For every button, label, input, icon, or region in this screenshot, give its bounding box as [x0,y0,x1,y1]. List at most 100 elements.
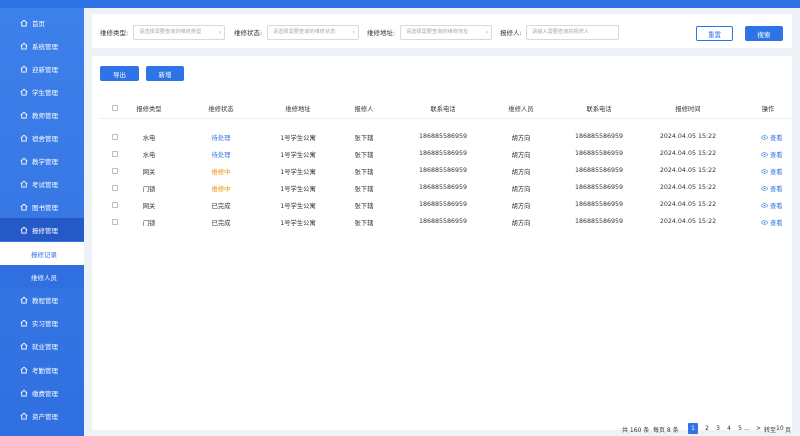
view-label: 查看 [770,220,783,227]
sidebar-item-1[interactable]: 首页 [0,11,84,34]
sidebar-item-12[interactable]: 维修人员 [0,265,84,288]
row-checkbox[interactable] [112,202,118,208]
row-checkbox[interactable] [112,151,118,157]
cell-type: 水电 [142,135,156,142]
cell-phone: 186885586959 [418,133,468,140]
goto-page-input[interactable]: 10 [776,425,784,432]
column-header: 报修时间 [675,106,701,113]
goto-label: 转至 [764,427,777,434]
view-label: 查看 [770,186,783,193]
home-icon [20,366,28,373]
repair-status-select[interactable]: 请选择需要查询的维修状态 › [267,25,359,40]
cell-reporter: 张下辖 [354,152,374,159]
chevron-right-icon: › [485,29,488,36]
cell-phone: 186885586959 [418,218,468,225]
sidebar-item-17[interactable]: 缴费管理 [0,381,84,404]
sidebar-item-18[interactable]: 资产管理 [0,404,84,427]
sidebar-item-16[interactable]: 考勤管理 [0,358,84,381]
cell-type: 网关 [142,203,156,210]
column-header: 联系电话 [586,106,612,113]
column-header: 维修地址 [285,106,311,113]
page-number[interactable]: 1 [688,423,698,434]
home-icon [20,111,28,118]
reporter-input[interactable]: 请输入需要查询的报修人 [526,25,619,40]
cell-status: 维修中 [211,186,231,193]
cell-worker: 胡方向 [511,220,531,227]
total-count: 共 160 条 [622,427,650,434]
row-checkbox[interactable] [112,185,118,191]
add-button[interactable]: 新增 [146,66,184,81]
sidebar-item-6[interactable]: 宿舍管理 [0,126,84,149]
row-checkbox[interactable] [112,219,118,225]
column-header: 维修状态 [208,106,234,113]
column-header: 维修人员 [508,106,534,113]
eye-icon [761,186,768,191]
view-button[interactable]: 查看 [761,167,783,176]
view-button[interactable]: 查看 [761,184,783,193]
repair-type-select[interactable]: 请选择需要查询的维修类型 › [133,25,225,40]
row-checkbox[interactable] [112,134,118,140]
sidebar-item-label: 实习管理 [32,319,58,328]
sidebar-item-label: 考勤管理 [32,366,58,375]
sidebar-item-label: 考试管理 [32,180,58,189]
repair-type-label: 维修类型: [100,29,129,37]
sidebar-item-15[interactable]: 就业管理 [0,334,84,357]
cell-time: 2024.04.05 15:22 [659,218,717,225]
select-all-checkbox[interactable] [112,105,118,111]
cell-type: 门锁 [142,186,156,193]
sidebar-item-label: 学生管理 [32,88,58,97]
home-icon [20,342,28,349]
page-size-select[interactable]: 每页 8 条 [653,425,679,434]
repair-status-label: 维修状态: [234,29,263,37]
view-button[interactable]: 查看 [761,201,783,210]
sidebar-item-10[interactable]: 报修管理 [0,218,84,241]
sidebar: 首页系统管理迎新管理学生管理教师管理 宿舍管理 教学管理考试管理图书管理报修管理报修… [0,8,84,436]
search-button[interactable]: 搜索 [745,26,783,41]
view-button[interactable]: 查看 [761,133,783,142]
cell-reporter: 张下辖 [354,135,374,142]
cell-time: 2024.04.05 15:22 [659,167,717,174]
page-ellipsis[interactable]: ... [744,425,750,432]
sidebar-item-13[interactable]: 教程管理 [0,288,84,311]
sidebar-item-label: 首页 [32,19,45,28]
sidebar-item-label: 报修记录 [31,250,57,259]
top-accent-bar [0,0,800,8]
repair-status-placeholder: 请选择需要查询的维修状态 [273,29,336,35]
sidebar-item-label: 图书管理 [32,203,58,212]
reset-button[interactable]: 重置 [696,26,733,41]
sidebar-item-7[interactable]: 教学管理 [0,149,84,172]
header-divider [100,118,792,119]
column-header: 联系电话 [430,106,456,113]
export-button[interactable]: 导出 [100,66,139,81]
view-button[interactable]: 查看 [761,150,783,159]
sidebar-item-2[interactable]: 系统管理 [0,34,84,57]
sidebar-item-9[interactable]: 图书管理 [0,195,84,218]
sidebar-item-label: 迎新管理 [32,65,58,74]
sidebar-item-14[interactable]: 实习管理 [0,311,84,334]
page-number[interactable]: 3 [713,423,723,434]
page-number[interactable]: 4 [724,423,734,434]
sidebar-item-3[interactable]: 迎新管理 [0,57,84,80]
cell-status: 待处理 [211,152,231,159]
repair-address-select[interactable]: 请选择需要查询的维修地址 › [400,25,492,40]
sidebar-item-5[interactable]: 教师管理 [0,103,84,126]
cell-time: 2024.04.05 15:22 [659,150,717,157]
cell-phone: 186885586959 [418,184,468,191]
sidebar-item-4[interactable]: 学生管理 [0,80,84,103]
column-header: 操作 [761,106,775,113]
view-label: 查看 [770,203,783,210]
next-page-button[interactable]: > [756,425,761,432]
row-checkbox[interactable] [112,168,118,174]
cell-phone: 186885586959 [418,150,468,157]
sidebar-item-11[interactable]: 报修记录 [0,242,84,265]
view-button[interactable]: 查看 [761,218,783,227]
page-number[interactable]: 2 [702,423,712,434]
cell-worker-phone: 186885586959 [574,184,624,191]
home-icon [20,412,28,419]
sidebar-item-8[interactable]: 考试管理 [0,172,84,195]
home-icon [20,296,28,303]
reporter-placeholder: 请输入需要查询的报修人 [532,29,590,35]
sidebar-item-label: 就业管理 [32,342,58,351]
repair-address-label: 维修地址: [367,29,396,37]
cell-address: 1号学生公寓 [280,220,316,227]
